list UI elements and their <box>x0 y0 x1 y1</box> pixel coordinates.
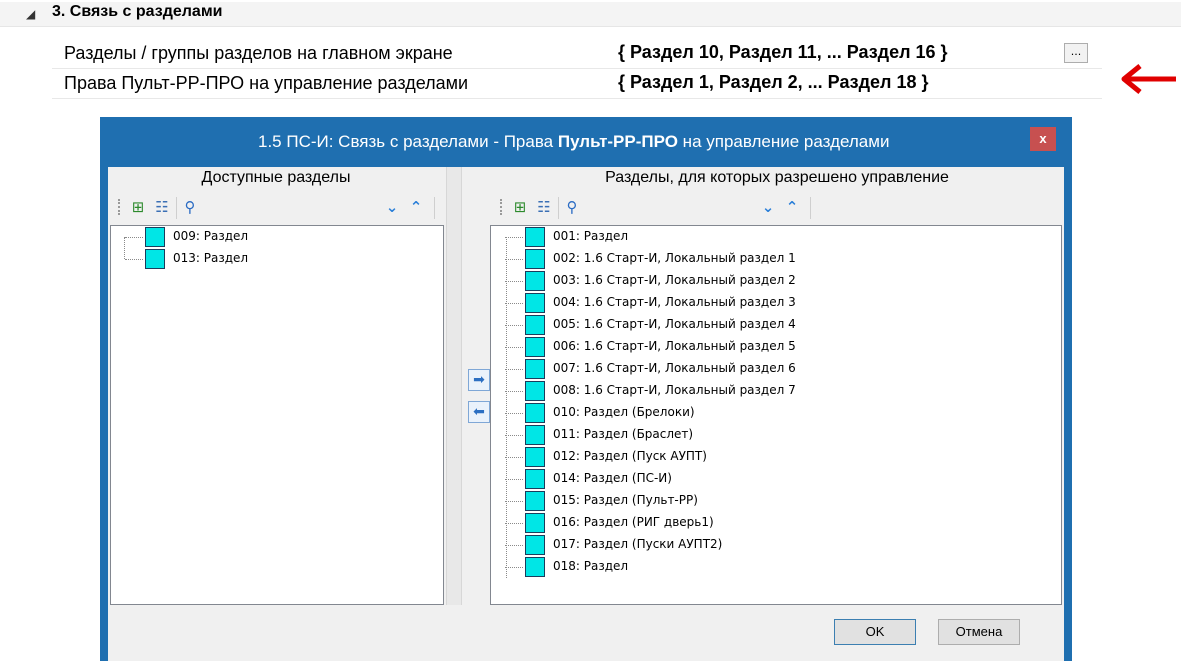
tree-node-label: 005: 1.6 Старт-И, Локальный раздел 4 <box>553 317 796 331</box>
section-square-icon <box>525 469 545 489</box>
tree-node-label: 008: 1.6 Старт-И, Локальный раздел 7 <box>553 383 796 397</box>
section-square-icon <box>145 227 165 247</box>
section-square-icon <box>525 381 545 401</box>
tree-node-label: 016: Раздел (РИГ дверь1) <box>553 515 714 529</box>
tree-connector-line <box>505 281 523 282</box>
search-icon[interactable]: ⚲ <box>180 197 200 217</box>
available-sections-header: Доступные разделы <box>201 169 351 186</box>
allowed-sections-header: Разделы, для которых разрешено управлени… <box>605 169 949 186</box>
dialog-title: 1.5 ПС-И: Связь с разделами - Права Пуль… <box>258 132 890 151</box>
property-value[interactable]: { Раздел 1, Раздел 2, ... Раздел 18 } <box>618 72 929 93</box>
tree-connector-line <box>505 479 523 480</box>
available-sections-tree[interactable]: 009: Раздел 013: Раздел <box>110 225 444 605</box>
chevron-up-icon[interactable]: ⌃ <box>406 197 426 217</box>
tree-connector-line <box>505 391 523 392</box>
expand-all-icon[interactable]: ⊞ <box>128 197 148 217</box>
section-square-icon <box>525 557 545 577</box>
tree-node-label: 004: 1.6 Старт-И, Локальный раздел 3 <box>553 295 796 309</box>
close-button[interactable]: x <box>1030 127 1056 151</box>
tree-node-label: 012: Раздел (Пуск АУПТ) <box>553 449 707 463</box>
toolbar-separator <box>176 197 177 219</box>
chevron-down-icon[interactable]: ⌄ <box>758 197 778 217</box>
section-square-icon <box>525 293 545 313</box>
tree-connector-line <box>505 303 523 304</box>
tree-node-label: 007: 1.6 Старт-И, Локальный раздел 6 <box>553 361 796 375</box>
collapse-triangle-icon[interactable]: ◢ <box>26 7 35 21</box>
section-square-icon <box>525 403 545 423</box>
dialog-titlebar[interactable]: 1.5 ПС-И: Связь с разделами - Права Пуль… <box>108 117 1064 167</box>
toolbar-grip[interactable] <box>500 199 505 215</box>
section-square-icon <box>525 447 545 467</box>
panel-splitter[interactable] <box>446 167 462 605</box>
property-row-main-screen-sections[interactable]: Разделы / группы разделов на главном экр… <box>52 40 1102 69</box>
search-icon[interactable]: ⚲ <box>562 197 582 217</box>
red-arrow-icon <box>1121 64 1176 94</box>
tree-connector-line <box>505 435 523 436</box>
tree-node-label: 018: Раздел <box>553 559 629 573</box>
property-row-control-rights[interactable]: Права Пульт-РР-ПРО на управление раздела… <box>52 70 1102 99</box>
tree-connector-line <box>505 545 523 546</box>
section-square-icon <box>525 513 545 533</box>
tree-node-label: 014: Раздел (ПС-И) <box>553 471 672 485</box>
tree-connector-line <box>505 347 523 348</box>
property-name: Разделы / группы разделов на главном экр… <box>64 43 453 63</box>
dialog-client: Доступные разделы ⊞ ☷ ⚲ ⌄ ⌃ 009: Раздел … <box>108 167 1064 661</box>
property-value[interactable]: { Раздел 10, Раздел 11, ... Раздел 16 } <box>618 42 948 63</box>
tree-connector-line <box>124 237 125 259</box>
ok-button[interactable]: OK <box>834 619 916 645</box>
move-left-button[interactable]: ⬅ <box>468 401 490 423</box>
section-square-icon <box>525 359 545 379</box>
tree-connector-line <box>505 259 523 260</box>
tree-connector-line <box>505 325 523 326</box>
allowed-sections-tree[interactable]: 001: Раздел 002: 1.6 Старт-И, Локальный … <box>490 225 1062 605</box>
collapse-all-icon[interactable]: ☷ <box>152 197 172 217</box>
section-square-icon <box>525 337 545 357</box>
tree-node-label: 001: Раздел <box>553 229 629 243</box>
chevron-up-icon[interactable]: ⌃ <box>782 197 802 217</box>
property-grid: ◢ 3. Связь с разделами Разделы / группы … <box>0 0 1181 108</box>
property-group-title: 3. Связь с разделами <box>52 3 223 20</box>
tree-node-label: 017: Раздел (Пуски АУПТ2) <box>553 537 723 551</box>
section-square-icon <box>525 249 545 269</box>
tree-connector-line <box>505 567 523 568</box>
section-square-icon <box>525 425 545 445</box>
sections-rights-dialog: 1.5 ПС-И: Связь с разделами - Права Пуль… <box>100 117 1072 661</box>
tree-connector-line <box>505 457 523 458</box>
ellipsis-button[interactable]: ... <box>1064 43 1088 63</box>
right-toolbar: ⊞ ☷ ⚲ ⌄ ⌃ <box>500 195 840 221</box>
section-square-icon <box>525 491 545 511</box>
tree-node-label: 015: Раздел (Пульт-РР) <box>553 493 698 507</box>
toolbar-separator <box>558 197 559 219</box>
tree-node-label: 002: 1.6 Старт-И, Локальный раздел 1 <box>553 251 796 265</box>
toolbar-grip[interactable] <box>118 199 123 215</box>
property-group-header[interactable]: ◢ 3. Связь с разделами <box>0 2 1181 27</box>
tree-connector-line <box>505 413 523 414</box>
tree-connector-line <box>505 501 523 502</box>
tree-connector-line <box>505 237 523 238</box>
tree-node-label: 003: 1.6 Старт-И, Локальный раздел 2 <box>553 273 796 287</box>
tree-connector-line <box>505 523 523 524</box>
section-square-icon <box>525 535 545 555</box>
section-square-icon <box>525 315 545 335</box>
collapse-all-icon[interactable]: ☷ <box>534 197 554 217</box>
move-right-button[interactable]: ➡ <box>468 369 490 391</box>
cancel-button[interactable]: Отмена <box>938 619 1020 645</box>
tree-connector-line <box>505 369 523 370</box>
left-toolbar: ⊞ ☷ ⚲ ⌄ ⌃ <box>118 195 444 221</box>
chevron-down-icon[interactable]: ⌄ <box>382 197 402 217</box>
tree-node-label: 006: 1.6 Старт-И, Локальный раздел 5 <box>553 339 796 353</box>
toolbar-separator <box>434 197 435 219</box>
tree-connector-line <box>506 237 507 578</box>
section-square-icon <box>525 227 545 247</box>
property-name: Права Пульт-РР-ПРО на управление раздела… <box>64 73 469 93</box>
toolbar-separator <box>810 197 811 219</box>
tree-node-label: 011: Раздел (Браслет) <box>553 427 694 441</box>
tree-node-label: 010: Раздел (Брелоки) <box>553 405 695 419</box>
section-square-icon <box>525 271 545 291</box>
expand-all-icon[interactable]: ⊞ <box>510 197 530 217</box>
tree-connector-line <box>125 259 143 260</box>
section-square-icon <box>145 249 165 269</box>
tree-connector-line <box>125 237 143 238</box>
